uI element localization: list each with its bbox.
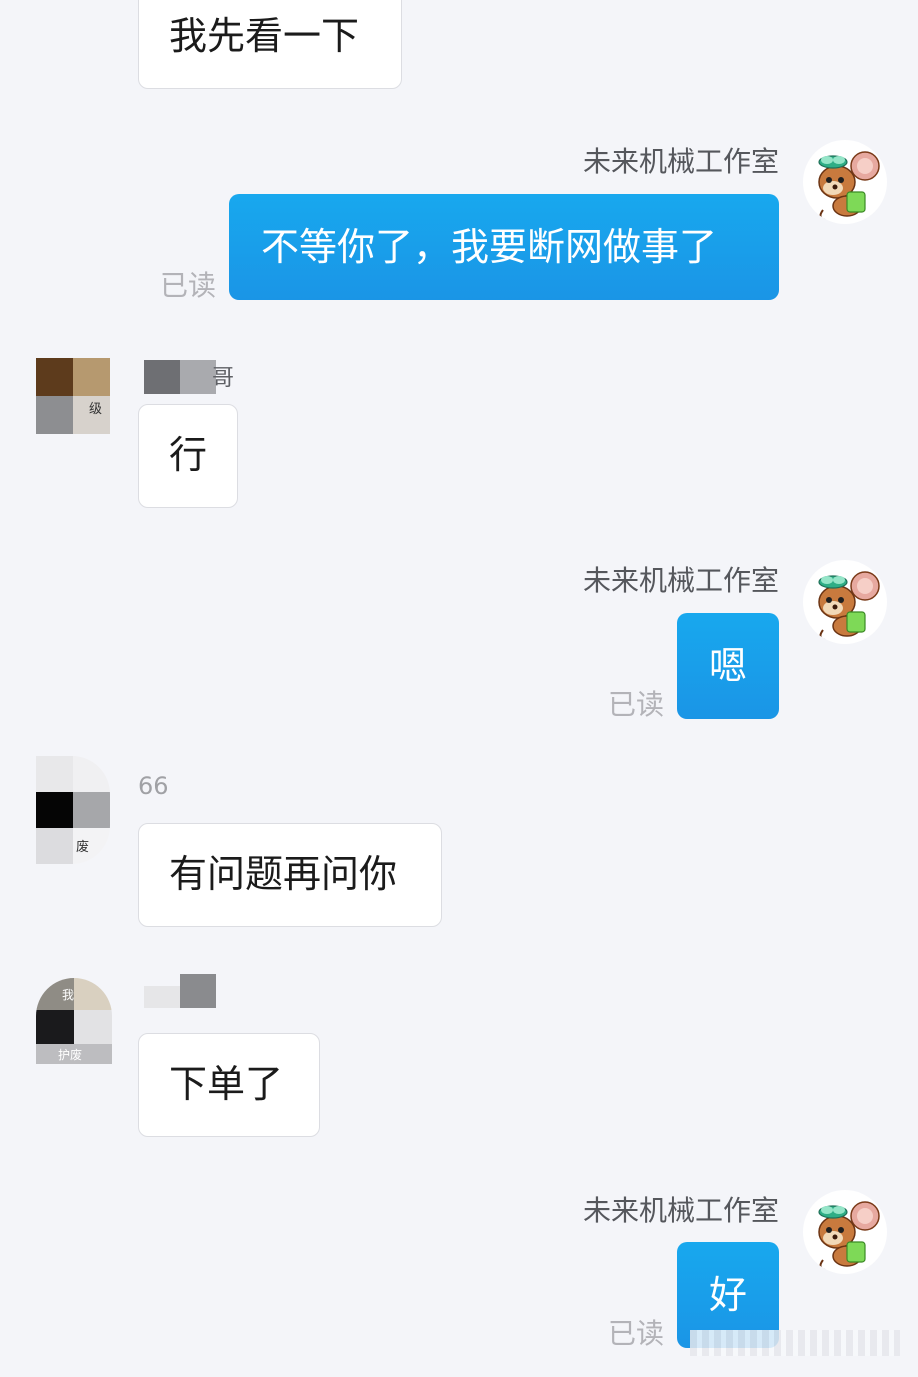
avatar-overlay-text: 我 [62,988,75,1002]
cartoon-mouse-icon [818,151,880,221]
contact-avatar[interactable]: 级 [36,358,110,434]
message-bubble-outgoing[interactable]: 不等你了，我要断网做事了 [229,194,779,300]
message-bubble-incoming[interactable]: 有问题再问你 [138,823,442,927]
contact-name-redacted: 哥 [144,360,234,394]
message-text: 我先看一下 [169,14,360,58]
message-text: 有问题再问你 [169,852,398,896]
contact-name-partial: 哥 [212,366,235,391]
avatar-overlay-text: 废 [76,840,90,855]
message-text: 好 [709,1273,748,1317]
contact-avatar[interactable]: 我 护废 [36,978,112,1064]
read-status: 已读 [608,1317,665,1350]
contact-avatar[interactable]: 废 [36,756,110,864]
cartoon-mouse-avatar[interactable] [803,140,887,224]
sender-name: 未来机械工作室 [582,1194,779,1227]
contact-name-redacted: 66 [138,772,204,806]
chat-thread: 我先看一下 未来机械工作室 已读 不等你了，我要断网做事了 级 哥 行 未来机械… [0,0,918,1377]
message-text: 不等你了，我要断网做事了 [261,225,718,269]
avatar-overlay-text: 护废 [58,1048,83,1062]
message-text: 下单了 [169,1062,284,1106]
home-indicator [690,1330,900,1356]
contact-avatar-top[interactable] [36,0,106,8]
sender-name: 未来机械工作室 [582,145,779,178]
cartoon-mouse-avatar[interactable] [803,1190,887,1274]
message-bubble-incoming[interactable]: 下单了 [138,1033,320,1137]
message-bubble-outgoing[interactable]: 嗯 [677,613,779,719]
contact-name-partial: 66 [138,772,169,800]
cartoon-mouse-icon [818,1201,880,1271]
contact-name-redacted [144,974,220,1008]
read-status: 已读 [608,688,665,721]
avatar-overlay-text: 级 [89,402,103,417]
message-bubble-incoming[interactable]: 我先看一下 [138,0,402,89]
cartoon-mouse-avatar[interactable] [803,560,887,644]
cartoon-mouse-icon [818,571,880,641]
read-status: 已读 [160,269,217,302]
sender-name: 未来机械工作室 [582,564,779,597]
message-bubble-incoming[interactable]: 行 [138,404,238,508]
message-text: 行 [169,433,208,477]
message-text: 嗯 [709,644,748,688]
